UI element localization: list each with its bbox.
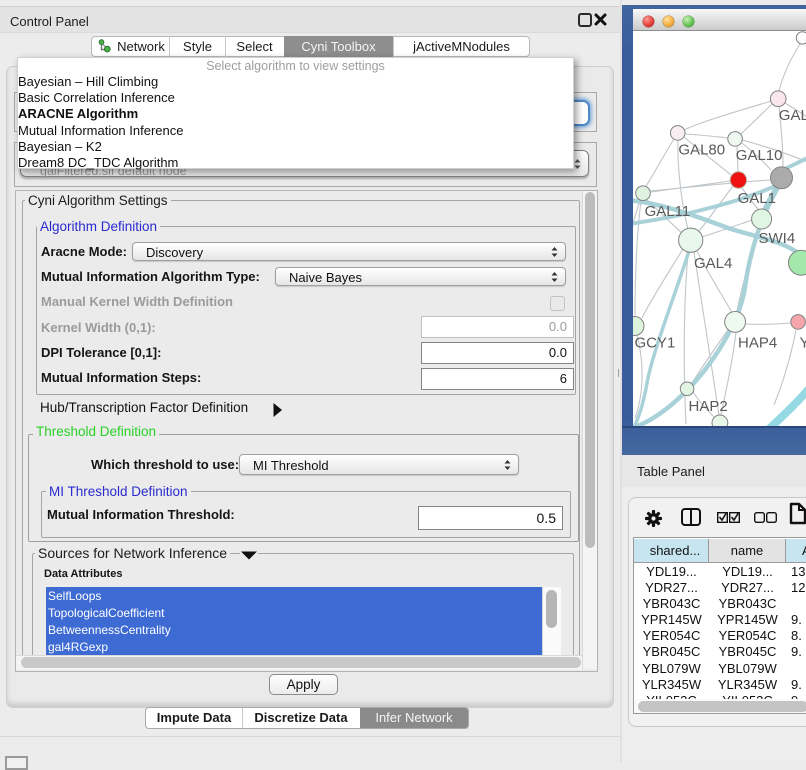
svg-text:GAL80: GAL80 — [678, 142, 725, 159]
svg-text:SWI4: SWI4 — [759, 230, 796, 247]
svg-text:GCY1: GCY1 — [635, 335, 676, 352]
svg-text:GAL7: GAL7 — [779, 107, 806, 124]
svg-text:GAL4: GAL4 — [694, 255, 732, 272]
svg-text:GAL10: GAL10 — [736, 147, 783, 164]
svg-text:Y: Y — [800, 335, 806, 352]
svg-text:GAL11: GAL11 — [645, 203, 691, 220]
svg-text:GAL1: GAL1 — [738, 190, 776, 207]
svg-text:HAP2: HAP2 — [689, 398, 728, 415]
svg-text:HAP4: HAP4 — [738, 335, 777, 352]
